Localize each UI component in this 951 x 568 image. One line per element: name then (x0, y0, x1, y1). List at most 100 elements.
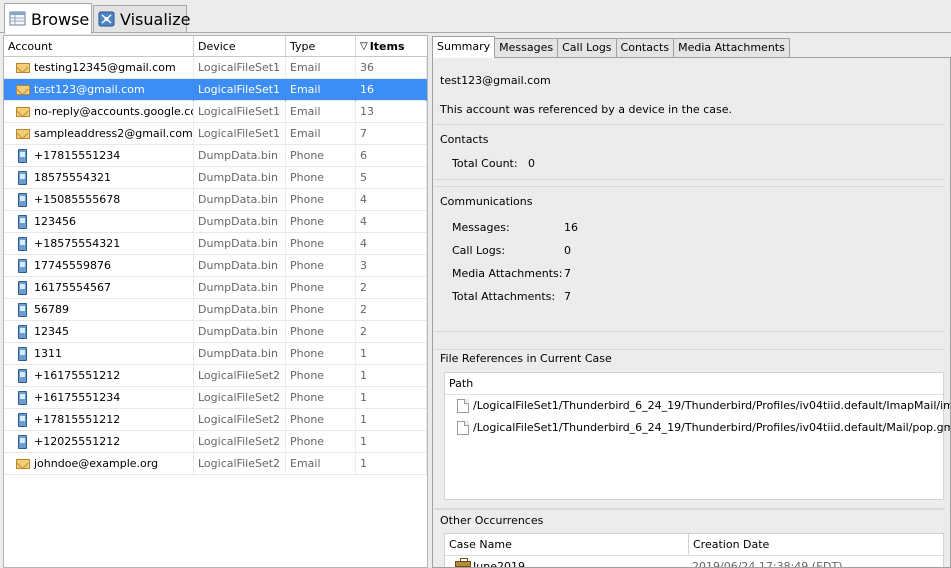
device-cell: LogicalFileSet1 (194, 122, 286, 145)
table-row[interactable]: +16175551212 LogicalFileSet2 Phone 1 (4, 364, 427, 387)
device-cell: DumpData.bin (194, 144, 286, 167)
contacts-title: Contacts (440, 133, 489, 146)
tab-call-logs[interactable]: Call Logs (557, 38, 617, 58)
account-cell: 16175554567 (4, 276, 194, 299)
messages-value: 16 (564, 221, 578, 234)
account-cell: 17745559876 (4, 254, 194, 277)
file-references-table: Path /LogicalFileSet1/Thunderbird_6_24_1… (444, 372, 950, 500)
account-name: +16175551234 (34, 390, 121, 404)
media-attachments-value: 7 (564, 267, 571, 280)
tab-bar-divider (0, 32, 951, 33)
table-row[interactable]: +18575554321 DumpData.bin Phone 4 (4, 232, 427, 255)
table-row[interactable]: 18575554321 DumpData.bin Phone 5 (4, 166, 427, 189)
file-reference-row[interactable]: /LogicalFileSet1/Thunderbird_6_24_19/Thu… (445, 395, 950, 417)
case-briefcase-icon (455, 558, 471, 567)
phone-icon (16, 258, 30, 273)
file-reference-path: /LogicalFileSet1/Thunderbird_6_24_19/Thu… (473, 399, 951, 412)
phone-icon (16, 368, 30, 383)
type-cell: Phone (286, 166, 356, 189)
type-cell: Phone (286, 320, 356, 343)
communications-section: Communications Messages: 16 Call Logs: 0… (434, 186, 945, 332)
table-row[interactable]: +17815551234 DumpData.bin Phone 6 (4, 144, 427, 167)
account-name: +16175551212 (34, 368, 121, 382)
type-cell: Email (286, 122, 356, 145)
table-row[interactable]: testing12345@gmail.com LogicalFileSet1 Ema… (4, 56, 427, 79)
table-row[interactable]: +12025551212 LogicalFileSet2 Phone 1 (4, 430, 427, 453)
table-row[interactable]: sampleaddress2@gmail.com LogicalFileSet1 E… (4, 122, 427, 145)
device-cell: DumpData.bin (194, 188, 286, 211)
email-icon (16, 457, 30, 471)
contacts-total-label: Total Count: (452, 157, 518, 170)
column-header-items-label: Items (369, 39, 405, 53)
device-cell: DumpData.bin (194, 298, 286, 321)
creation-date: 2019/06/24 17:38:49 (EDT) (692, 560, 843, 568)
creation-date-column-header[interactable]: Creation Date (689, 534, 769, 555)
table-row[interactable]: test123@gmail.com LogicalFileSet1 Email 16 (4, 78, 427, 101)
column-header-device[interactable]: Device (194, 36, 286, 56)
account-cell: +17815551234 (4, 144, 194, 167)
table-row[interactable]: +17815551212 LogicalFileSet2 Phone 1 (4, 408, 427, 431)
items-cell: 3 (356, 254, 427, 277)
device-cell: DumpData.bin (194, 166, 286, 189)
email-icon (16, 105, 30, 119)
account-name: +18575554321 (34, 236, 121, 250)
table-row[interactable]: 17745559876 DumpData.bin Phone 3 (4, 254, 427, 277)
device-cell: LogicalFileSet2 (194, 386, 286, 409)
items-cell: 2 (356, 276, 427, 299)
device-cell: LogicalFileSet1 (194, 78, 286, 101)
device-cell: DumpData.bin (194, 232, 286, 255)
column-header-account[interactable]: Account (4, 36, 194, 56)
detail-pane: Summary Messages Call Logs Contacts Medi… (432, 35, 951, 568)
items-cell: 1 (356, 342, 427, 365)
column-header-items[interactable]: ▽ Items (356, 36, 427, 56)
type-cell: Phone (286, 232, 356, 255)
items-cell: 13 (356, 100, 427, 123)
email-icon (16, 127, 30, 141)
account-cell: 123456 (4, 210, 194, 233)
column-header-type[interactable]: Type (286, 36, 356, 56)
type-cell: Email (286, 78, 356, 101)
occurrence-row[interactable]: June2019 2019/06/24 17:38:49 (EDT) (445, 556, 943, 568)
tab-summary[interactable]: Summary (432, 36, 496, 58)
items-cell: 1 (356, 408, 427, 431)
table-row[interactable]: 56789 DumpData.bin Phone 2 (4, 298, 427, 321)
type-cell: Phone (286, 298, 356, 321)
tab-messages[interactable]: Messages (494, 38, 559, 58)
type-cell: Phone (286, 210, 356, 233)
tab-media-attachments[interactable]: Media Attachments (673, 38, 790, 58)
app-window: Browse Visualize Account Device Type ▽ I… (0, 0, 951, 568)
table-row[interactable]: 123456 DumpData.bin Phone 4 (4, 210, 427, 233)
account-cell: sampleaddress2@gmail.com (4, 122, 194, 145)
items-cell: 1 (356, 364, 427, 387)
table-row[interactable]: no-reply@accounts.google.com LogicalFileS… (4, 100, 427, 123)
table-row[interactable]: johndoe@example.org LogicalFileSet2 Email 1 (4, 452, 427, 475)
table-body: testing12345@gmail.com LogicalFileSet1 Ema… (4, 56, 427, 475)
account-cell: test123@gmail.com (4, 78, 194, 101)
table-row[interactable]: 12345 DumpData.bin Phone 2 (4, 320, 427, 343)
account-cell: no-reply@accounts.google.com (4, 100, 194, 123)
tab-contacts[interactable]: Contacts (615, 38, 675, 58)
table-row[interactable]: +15085555678 DumpData.bin Phone 4 (4, 188, 427, 211)
other-occurrences-title: Other Occurrences (440, 514, 544, 527)
account-name: 16175554567 (34, 280, 111, 294)
items-cell: 36 (356, 56, 427, 79)
table-row[interactable]: 16175554567 DumpData.bin Phone 2 (4, 276, 427, 299)
items-cell: 4 (356, 188, 427, 211)
device-cell: DumpData.bin (194, 342, 286, 365)
table-row[interactable]: 1311 DumpData.bin Phone 1 (4, 342, 427, 365)
tab-browse[interactable]: Browse (4, 3, 92, 34)
phone-icon (16, 236, 30, 251)
path-column-header[interactable]: Path (445, 373, 943, 395)
other-occurrences-table: Case Name Creation Date June2019 2019/06… (444, 533, 944, 568)
account-name: sampleaddress2@gmail.com (34, 126, 193, 140)
phone-icon (16, 192, 30, 207)
account-name: 12345 (34, 324, 69, 338)
file-icon (457, 399, 469, 413)
tab-visualize[interactable]: Visualize (93, 5, 190, 32)
other-occurrences-header: Case Name Creation Date (445, 534, 943, 556)
file-reference-row[interactable]: /LogicalFileSet1/Thunderbird_6_24_19/Thu… (445, 417, 950, 439)
items-cell: 6 (356, 144, 427, 167)
case-name-column-header[interactable]: Case Name (445, 534, 689, 555)
phone-icon (16, 214, 30, 229)
table-row[interactable]: +16175551234 LogicalFileSet2 Phone 1 (4, 386, 427, 409)
